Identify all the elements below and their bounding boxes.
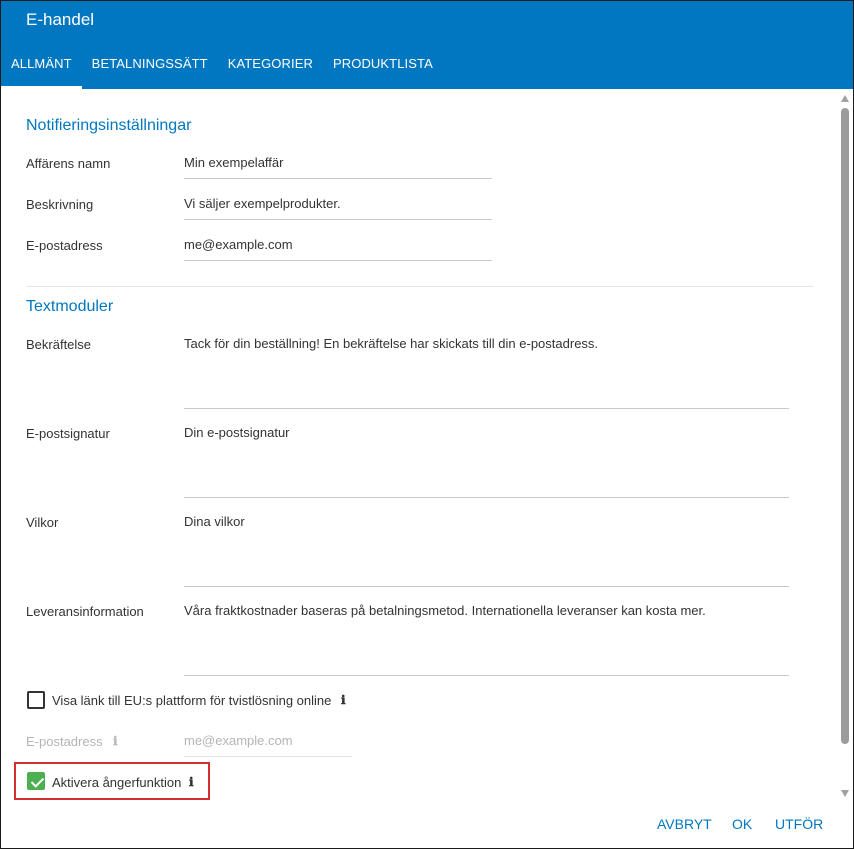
shop-name-field[interactable]: Min exempelaffär bbox=[184, 155, 492, 179]
email-value: me@example.com bbox=[184, 237, 293, 252]
delivery-value: Våra fraktkostnader baseras på betalning… bbox=[184, 603, 706, 618]
tab-general[interactable]: ALLMÄNT bbox=[1, 44, 82, 89]
signature-label: E-postsignatur bbox=[26, 426, 110, 441]
scroll-up-arrow-icon[interactable] bbox=[841, 95, 849, 102]
dialog-content: Notifieringsinställningar Affärens namn … bbox=[1, 89, 837, 799]
tab-bar: ALLMÄNT BETALNINGSSÄTT KATEGORIER PRODUK… bbox=[1, 44, 443, 89]
apply-button[interactable]: UTFÖR bbox=[775, 816, 823, 832]
eu-platform-info-icon[interactable]: ℹ bbox=[341, 693, 346, 707]
confirmation-label: Bekräftelse bbox=[26, 337, 92, 352]
section-divider bbox=[26, 286, 813, 287]
eu-email-label: E-postadress bbox=[26, 734, 103, 749]
eu-email-field[interactable]: me@example.com bbox=[184, 733, 352, 757]
delivery-label: Leveransinformation bbox=[26, 604, 144, 619]
text-modules-section-title: Textmoduler bbox=[26, 298, 114, 315]
ecommerce-dialog: E-handel ALLMÄNT BETALNINGSSÄTT KATEGORI… bbox=[0, 0, 854, 849]
terms-textarea[interactable]: Dina vilkor bbox=[184, 514, 789, 587]
scrollbar-thumb[interactable] bbox=[841, 108, 849, 744]
tab-payment-methods[interactable]: BETALNINGSSÄTT bbox=[82, 44, 218, 89]
email-label: E-postadress bbox=[26, 238, 103, 253]
ok-button[interactable]: OK bbox=[732, 816, 752, 832]
delivery-textarea[interactable]: Våra fraktkostnader baseras på betalning… bbox=[184, 603, 789, 676]
highlight-box bbox=[14, 762, 210, 800]
signature-value: Din e-postsignatur bbox=[184, 425, 290, 440]
dialog-footer: AVBRYT OK UTFÖR bbox=[1, 801, 853, 848]
tab-categories[interactable]: KATEGORIER bbox=[218, 44, 323, 89]
description-value: Vi säljer exempelprodukter. bbox=[184, 196, 341, 211]
tab-product-list[interactable]: PRODUKTLISTA bbox=[323, 44, 443, 89]
vertical-scrollbar[interactable] bbox=[839, 92, 851, 800]
dialog-title: E-handel bbox=[26, 10, 95, 29]
terms-label: Vilkor bbox=[26, 515, 59, 530]
cancel-button[interactable]: AVBRYT bbox=[657, 816, 712, 832]
eu-platform-checkbox[interactable] bbox=[27, 691, 45, 709]
shop-name-value: Min exempelaffär bbox=[184, 155, 284, 170]
terms-value: Dina vilkor bbox=[184, 514, 245, 529]
signature-textarea[interactable]: Din e-postsignatur bbox=[184, 425, 789, 498]
shop-name-label: Affärens namn bbox=[26, 156, 111, 171]
eu-platform-label: Visa länk till EU:s plattform för tvistl… bbox=[52, 693, 332, 708]
email-field[interactable]: me@example.com bbox=[184, 237, 492, 261]
description-label: Beskrivning bbox=[26, 197, 94, 212]
scroll-down-arrow-icon[interactable] bbox=[841, 790, 849, 797]
confirmation-textarea[interactable]: Tack för din beställning! En bekräftelse… bbox=[184, 336, 789, 409]
confirmation-value: Tack för din beställning! En bekräftelse… bbox=[184, 336, 599, 351]
dialog-header: E-handel ALLMÄNT BETALNINGSSÄTT KATEGORI… bbox=[1, 1, 853, 89]
notifications-section-title: Notifieringsinställningar bbox=[26, 117, 192, 134]
description-field[interactable]: Vi säljer exempelprodukter. bbox=[184, 196, 492, 220]
eu-email-placeholder: me@example.com bbox=[184, 733, 293, 748]
eu-email-info-icon: ℹ bbox=[113, 734, 118, 748]
